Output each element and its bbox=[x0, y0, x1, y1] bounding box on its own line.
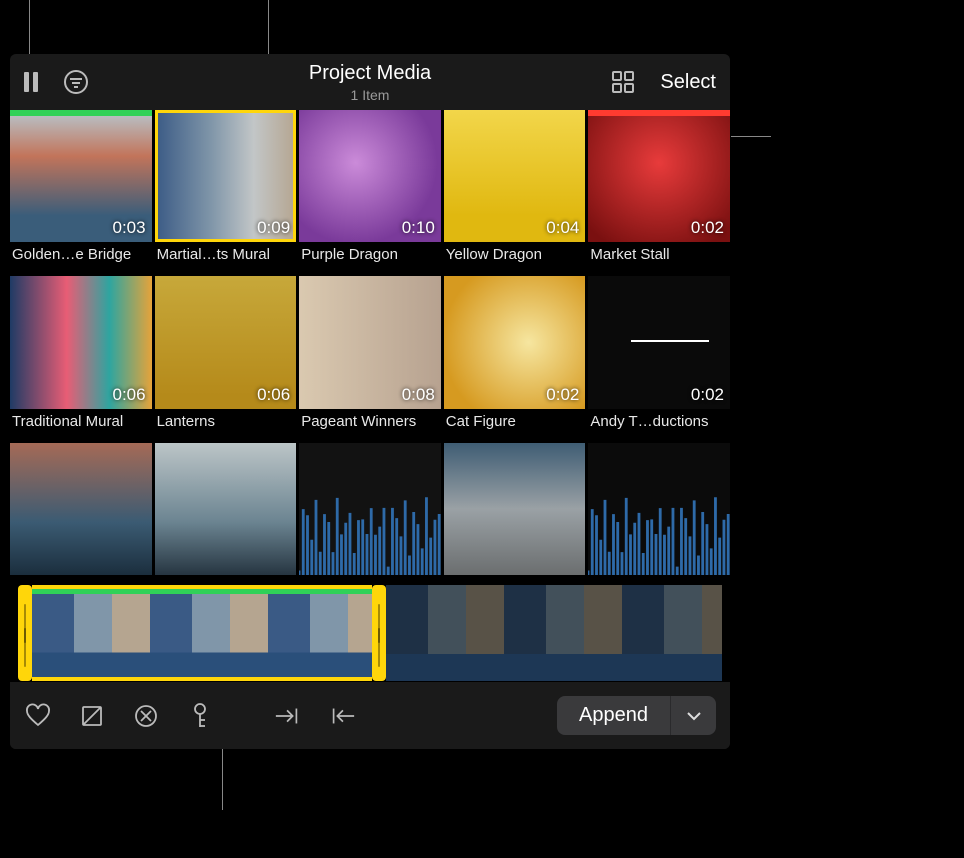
range-end-handle[interactable] bbox=[372, 585, 386, 681]
media-item[interactable] bbox=[299, 443, 441, 575]
media-thumbnail[interactable]: 0:02 bbox=[588, 110, 730, 242]
append-options-button[interactable] bbox=[670, 696, 716, 735]
clear-rating-button[interactable] bbox=[132, 702, 160, 730]
project-media-panel: Project Media 1 Item Select 0:03 Golden…e… bbox=[10, 54, 730, 749]
append-group: Append bbox=[557, 696, 716, 735]
media-grid: 0:03Golden…e Bridge0:09Martial…ts Mural0… bbox=[10, 110, 730, 575]
media-caption: Cat Figure bbox=[444, 409, 586, 440]
media-thumbnail[interactable] bbox=[588, 443, 730, 575]
range-start-handle[interactable] bbox=[18, 585, 32, 681]
waveform-icon bbox=[588, 443, 730, 575]
filmstrip-area bbox=[10, 575, 730, 681]
reject-button[interactable] bbox=[78, 702, 106, 730]
media-caption: Traditional Mural bbox=[10, 409, 152, 440]
keyword-button[interactable] bbox=[186, 702, 214, 730]
callout-line bbox=[731, 136, 771, 137]
grid-view-icon[interactable] bbox=[610, 69, 636, 95]
duration-label: 0:09 bbox=[257, 218, 290, 238]
media-item[interactable] bbox=[10, 443, 152, 575]
media-caption: Pageant Winners bbox=[299, 409, 441, 440]
append-button[interactable]: Append bbox=[557, 696, 670, 735]
media-thumbnail[interactable]: 0:02 bbox=[588, 276, 730, 408]
media-thumbnail[interactable]: 0:04 bbox=[444, 110, 586, 242]
selected-range[interactable] bbox=[32, 585, 372, 681]
filmstrip-remainder[interactable] bbox=[386, 585, 722, 681]
media-caption: Martial…ts Mural bbox=[155, 242, 297, 273]
mark-in-button[interactable] bbox=[274, 702, 302, 730]
media-item[interactable] bbox=[588, 443, 730, 575]
media-thumbnail[interactable]: 0:10 bbox=[299, 110, 441, 242]
media-item[interactable]: 0:09 Martial…ts Mural bbox=[155, 110, 297, 273]
topbar-right: Select bbox=[610, 69, 716, 95]
duration-label: 0:08 bbox=[402, 385, 435, 405]
favorite-button[interactable] bbox=[24, 702, 52, 730]
duration-label: 0:06 bbox=[257, 385, 290, 405]
item-count: 1 Item bbox=[309, 87, 431, 103]
media-thumbnail[interactable] bbox=[444, 443, 586, 575]
media-item[interactable] bbox=[444, 443, 586, 575]
media-item[interactable]: 0:06 Lanterns bbox=[155, 276, 297, 439]
media-item[interactable]: 0:06 Traditional Mural bbox=[10, 276, 152, 439]
media-thumbnail[interactable] bbox=[155, 443, 297, 575]
filmstrip[interactable] bbox=[18, 585, 722, 681]
media-thumbnail[interactable]: 0:03 bbox=[10, 110, 152, 242]
media-item[interactable]: 0:03 Golden…e Bridge bbox=[10, 110, 152, 273]
media-item[interactable]: 0:08 Pageant Winners bbox=[299, 276, 441, 439]
media-item[interactable]: 0:10 Purple Dragon bbox=[299, 110, 441, 273]
usage-bar bbox=[588, 110, 730, 116]
duration-label: 0:03 bbox=[113, 218, 146, 238]
topbar-left bbox=[24, 68, 90, 96]
duration-label: 0:06 bbox=[113, 385, 146, 405]
media-item[interactable]: 0:02 Cat Figure bbox=[444, 276, 586, 439]
duration-label: 0:02 bbox=[546, 385, 579, 405]
media-thumbnail[interactable] bbox=[299, 443, 441, 575]
page-title: Project Media bbox=[309, 62, 431, 85]
select-button[interactable]: Select bbox=[660, 71, 716, 94]
media-caption: Andy T…ductions bbox=[588, 409, 730, 440]
topbar: Project Media 1 Item Select bbox=[10, 54, 730, 110]
media-caption: Purple Dragon bbox=[299, 242, 441, 273]
media-thumbnail[interactable]: 0:06 bbox=[155, 276, 297, 408]
media-thumbnail[interactable]: 0:09 bbox=[155, 110, 297, 242]
media-item[interactable]: 0:04 Yellow Dragon bbox=[444, 110, 586, 273]
media-caption: Golden…e Bridge bbox=[10, 242, 152, 273]
title-group: Project Media 1 Item bbox=[309, 62, 431, 103]
waveform-icon bbox=[299, 443, 441, 575]
media-caption: Yellow Dragon bbox=[444, 242, 586, 273]
usage-indicator bbox=[32, 589, 372, 594]
callout-line bbox=[29, 0, 30, 60]
chevron-down-icon bbox=[685, 707, 703, 725]
media-thumbnail[interactable]: 0:02 bbox=[444, 276, 586, 408]
duration-label: 0:02 bbox=[691, 218, 724, 238]
media-thumbnail[interactable] bbox=[10, 443, 152, 575]
duration-label: 0:02 bbox=[691, 385, 724, 405]
media-caption: Lanterns bbox=[155, 409, 297, 440]
media-caption: Market Stall bbox=[588, 242, 730, 273]
media-item[interactable] bbox=[155, 443, 297, 575]
media-thumbnail[interactable]: 0:06 bbox=[10, 276, 152, 408]
media-item[interactable]: 0:02 Market Stall bbox=[588, 110, 730, 273]
media-item[interactable]: 0:02 Andy T…ductions bbox=[588, 276, 730, 439]
duration-label: 0:10 bbox=[402, 218, 435, 238]
mark-out-button[interactable] bbox=[328, 702, 356, 730]
usage-bar bbox=[10, 110, 152, 116]
bottom-toolbar: Append bbox=[10, 681, 730, 749]
filter-icon[interactable] bbox=[62, 68, 90, 96]
pause-icon[interactable] bbox=[24, 72, 40, 92]
media-thumbnail[interactable]: 0:08 bbox=[299, 276, 441, 408]
duration-label: 0:04 bbox=[546, 218, 579, 238]
